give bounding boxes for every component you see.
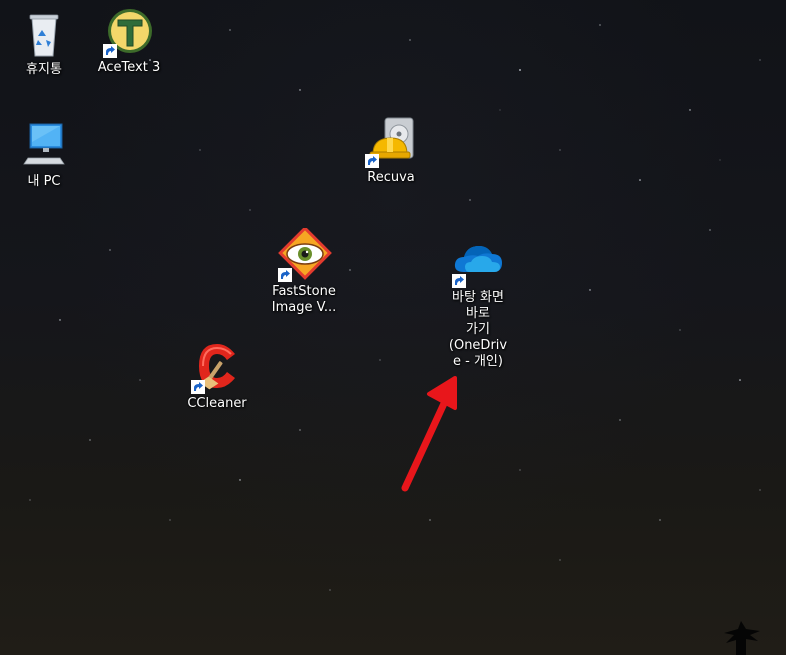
desktop-icon-label: 내 PC xyxy=(27,174,61,189)
desktop-icon-label: Recuva xyxy=(367,170,415,185)
shortcut-arrow-icon xyxy=(191,380,205,394)
desktop-icon-recycle-bin[interactable]: 휴지통 xyxy=(4,6,84,78)
desktop-icon-label-line: 바탕 화면 xyxy=(452,290,504,305)
desktop-icon-label-line: 바로 xyxy=(466,306,490,321)
wallpaper-stars xyxy=(29,24,761,591)
desktop-icon-ccleaner[interactable]: CCleaner xyxy=(177,340,257,412)
desktop-icon-recuva[interactable]: Recuva xyxy=(351,114,431,186)
recycle-bin-icon xyxy=(16,6,72,62)
desktop-icon-label: FastStone Image V... xyxy=(271,284,337,315)
desktop-icon-label: AceText 3 xyxy=(97,60,161,75)
desktop-icon-acetext[interactable]: AceText 3 xyxy=(89,4,169,76)
desktop: 휴지통 AceText 3 내 PC Recuva FastStone Imag… xyxy=(0,0,786,655)
computer-icon xyxy=(16,118,72,174)
shortcut-arrow-icon xyxy=(103,44,117,58)
desktop-icon-label: 휴지통 xyxy=(26,62,62,77)
ccleaner-icon xyxy=(189,340,245,396)
desktop-icon-this-pc[interactable]: 내 PC xyxy=(4,118,84,190)
desktop-icon-label-line: 가기(OneDriv xyxy=(448,322,508,353)
faststone-icon xyxy=(276,226,332,284)
onedrive-icon xyxy=(450,234,506,290)
desktop-icon-faststone[interactable]: FastStone Image V... xyxy=(264,226,344,316)
shortcut-arrow-icon xyxy=(452,274,466,288)
desktop-icon-label-line: e - 개인) xyxy=(453,354,503,369)
shortcut-arrow-icon xyxy=(365,154,379,168)
desktop-icon-onedrive[interactable]: 바탕 화면 바로 가기(OneDriv e - 개인) xyxy=(438,234,518,370)
acetext-icon xyxy=(101,4,157,60)
red-arrow-icon xyxy=(401,376,457,492)
desktop-icon-label: CCleaner xyxy=(187,396,247,411)
recuva-icon xyxy=(363,114,419,170)
shortcut-arrow-icon xyxy=(278,268,292,282)
wallpaper-tree-silhouette xyxy=(724,621,760,655)
